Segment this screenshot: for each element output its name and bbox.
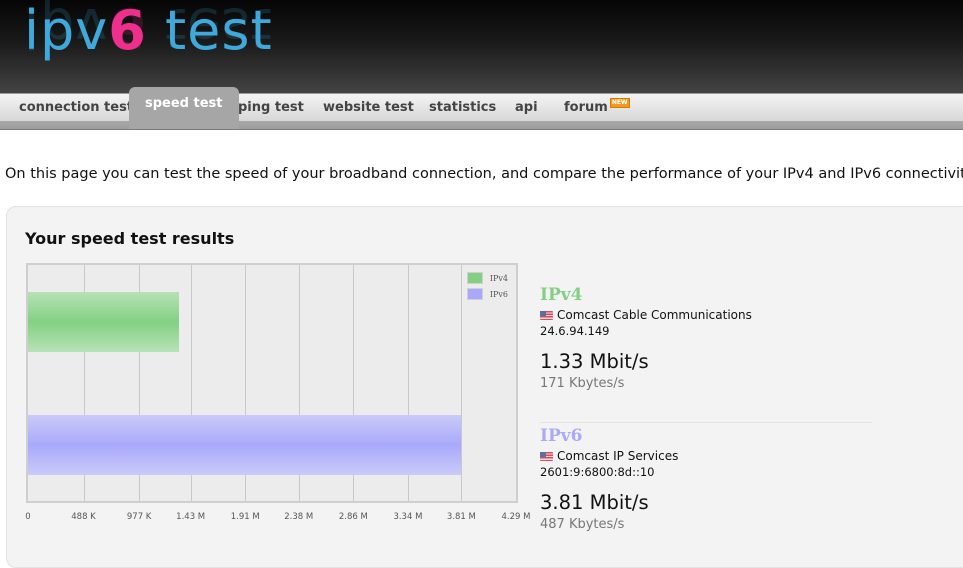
legend-entry-ipv6: IPv6 xyxy=(466,288,508,300)
x-tick-label: 977 K xyxy=(126,512,152,522)
tab-forum[interactable]: forum NEW xyxy=(564,93,630,121)
ipv4-isp-name: Comcast Cable Communications xyxy=(557,308,752,322)
x-tick-label: 1.91 M xyxy=(230,512,260,522)
legend-label-ipv6: IPv6 xyxy=(489,289,508,299)
intro-text: On this page you can test the speed of y… xyxy=(5,166,963,182)
bar-ipv4 xyxy=(28,292,180,352)
ipv6-isp-name: Comcast IP Services xyxy=(557,449,679,463)
logo-text-six: 6 xyxy=(108,0,147,62)
x-tick-label: 2.86 M xyxy=(338,512,368,522)
bar-ipv6 xyxy=(28,415,462,475)
ipv4-result: IPv4 Comcast Cable Communications 24.6.9… xyxy=(540,285,752,391)
legend-label-ipv4: IPv4 xyxy=(489,273,508,283)
logo-text-suffix: test xyxy=(146,0,273,62)
tab-api[interactable]: api xyxy=(515,93,538,121)
ipv6-mbit: 3.81 Mbit/s xyxy=(540,491,649,514)
us-flag-icon xyxy=(540,451,553,461)
ipv6-heading: IPv6 xyxy=(540,426,583,446)
ipv6-isp: Comcast IP Services xyxy=(540,449,678,463)
gridline xyxy=(461,265,463,501)
x-tick-label: 4.29 M xyxy=(501,512,531,522)
tab-website-test[interactable]: website test xyxy=(323,93,414,121)
legend-swatch-ipv4 xyxy=(466,272,483,284)
ipv4-isp: Comcast Cable Communications xyxy=(540,308,752,322)
tab-ping-test[interactable]: ping test xyxy=(238,93,304,121)
ipv6-address: 2601:9:6800:8d::10 xyxy=(540,465,655,479)
new-badge: NEW xyxy=(609,98,630,108)
tab-speed-test[interactable]: speed test xyxy=(129,87,239,129)
logo-text-prefix: ipv xyxy=(24,0,109,62)
results-title: Your speed test results xyxy=(25,229,235,248)
site-logo[interactable]: ipv6 test xyxy=(24,0,273,66)
chart-legend: IPv4 IPv6 xyxy=(466,272,508,304)
x-tick-label: 488 K xyxy=(71,512,96,522)
ipv6-result: IPv6 Comcast IP Services 2601:9:6800:8d:… xyxy=(540,426,678,532)
ipv6-kbytes: 487 Kbytes/s xyxy=(540,517,625,532)
x-tick-label: 3.81 M xyxy=(446,512,476,522)
speed-chart: IPv4 IPv6 xyxy=(26,263,518,503)
x-tick-label: 3.34 M xyxy=(393,512,423,522)
legend-swatch-ipv6 xyxy=(466,288,483,300)
site-header: ipv6 test ipv6 test xyxy=(0,0,963,95)
x-tick-label: 0 xyxy=(25,512,31,522)
tab-statistics[interactable]: statistics xyxy=(429,93,496,121)
ipv4-kbytes: 171 Kbytes/s xyxy=(540,376,625,391)
ipv4-address: 24.6.94.149 xyxy=(540,324,610,338)
results-divider xyxy=(540,422,872,423)
tab-connection-test[interactable]: connection test xyxy=(19,93,133,121)
legend-entry-ipv4: IPv4 xyxy=(466,272,508,284)
tab-forum-label: forum xyxy=(564,100,608,115)
us-flag-icon xyxy=(540,310,553,320)
ipv4-heading: IPv4 xyxy=(540,285,583,305)
ipv4-mbit: 1.33 Mbit/s xyxy=(540,350,649,373)
x-tick-label: 2.38 M xyxy=(284,512,314,522)
x-tick-label: 1.43 M xyxy=(176,512,206,522)
